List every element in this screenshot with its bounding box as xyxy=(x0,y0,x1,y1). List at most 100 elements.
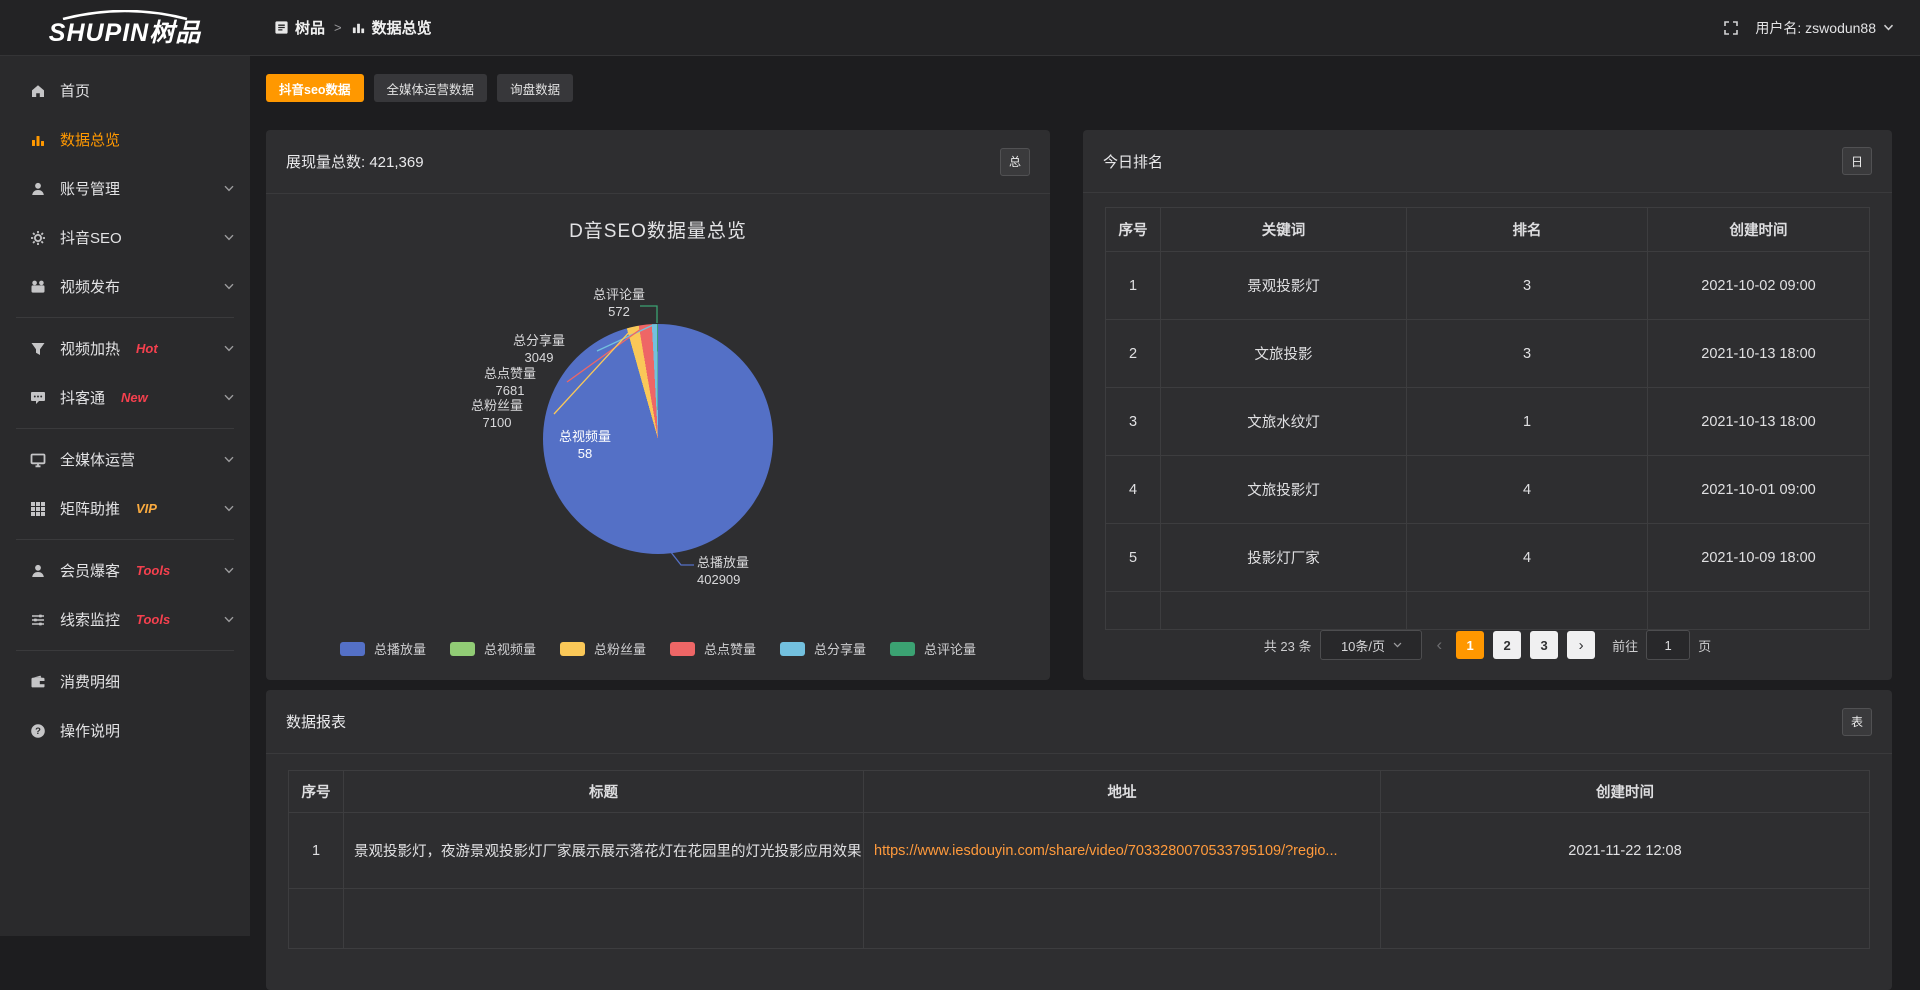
sidebar-item-member-burst[interactable]: 会员爆客 Tools xyxy=(0,546,250,595)
sidebar-item-matrix-boost[interactable]: 矩阵助推 VIP xyxy=(0,484,250,533)
sidebar-item-label: 消费明细 xyxy=(60,671,120,692)
monitor-icon xyxy=(30,452,46,468)
col-index: 序号 xyxy=(289,771,344,813)
sidebar-item-label: 视频发布 xyxy=(60,276,120,297)
col-index: 序号 xyxy=(1106,208,1161,252)
today-ranking-header: 今日排名 日 xyxy=(1083,130,1892,193)
home-icon xyxy=(30,83,46,99)
hot-badge: Hot xyxy=(136,341,158,356)
tab-omni-media-data[interactable]: 全媒体运营数据 xyxy=(374,74,488,102)
gear-icon xyxy=(30,230,46,246)
breadcrumb-label: 树品 xyxy=(295,17,325,38)
data-report-header: 数据报表 表 xyxy=(266,690,1892,754)
sidebar-item-data-overview[interactable]: 数据总览 xyxy=(0,115,250,164)
breadcrumb-separator: > xyxy=(334,20,342,35)
col-url: 地址 xyxy=(864,771,1381,813)
page-button-3[interactable]: 3 xyxy=(1530,631,1558,659)
svg-text:?: ? xyxy=(35,726,41,737)
tab-douyin-seo-data[interactable]: 抖音seo数据 xyxy=(266,74,364,102)
user-icon xyxy=(30,181,46,197)
pagination: 共 23 条 10条/页 ‹ 1 2 3 › 前往 页 xyxy=(1083,630,1892,660)
col-keyword: 关键词 xyxy=(1161,208,1407,252)
col-title: 标题 xyxy=(344,771,864,813)
logo: SHUPIN树品 xyxy=(0,10,250,46)
chart-title: D音SEO数据量总览 xyxy=(266,216,1050,243)
breadcrumb-item-home[interactable]: 树品 xyxy=(274,17,325,38)
sidebar-item-lead-monitor[interactable]: 线索监控 Tools xyxy=(0,595,250,644)
page-button-1[interactable]: 1 xyxy=(1456,631,1484,659)
day-mode-button[interactable]: 日 xyxy=(1842,147,1872,175)
legend-item-likes[interactable]: 总点赞量 xyxy=(670,639,756,658)
sidebar-item-video-heat[interactable]: 视频加热 Hot xyxy=(0,324,250,373)
legend-item-shares[interactable]: 总分享量 xyxy=(780,639,866,658)
video-camera-icon xyxy=(30,279,46,295)
top-panels-row: 展现量总数: 421,369 总 D音SEO数据量总览 xyxy=(266,130,1892,680)
chart-bars-icon xyxy=(30,132,46,148)
legend-item-plays[interactable]: 总播放量 xyxy=(340,639,426,658)
data-report-panel: 数据报表 表 序号 标题 地址 创建时间 xyxy=(266,690,1892,990)
wallet-icon xyxy=(30,674,46,690)
pie-chart-area: D音SEO数据量总览 总评论量572 xyxy=(266,194,1050,609)
sidebar-item-doukeTong[interactable]: 抖客通 New xyxy=(0,373,250,422)
sidebar: 首页 数据总览 账号管理 抖音SEO 视频发布 xyxy=(0,56,250,936)
grid-icon xyxy=(30,501,46,517)
legend-label: 总点赞量 xyxy=(704,639,756,658)
legend-swatch xyxy=(890,642,915,656)
page-size-select[interactable]: 10条/页 xyxy=(1320,630,1422,660)
logo-text: SHUPIN树品 xyxy=(49,21,201,46)
sidebar-item-douyin-seo[interactable]: 抖音SEO xyxy=(0,213,250,262)
sidebar-item-label: 抖音SEO xyxy=(60,227,122,248)
bar-chart-icon xyxy=(351,20,366,35)
prev-page-button[interactable]: ‹ xyxy=(1431,635,1447,655)
panel-title: 数据报表 xyxy=(286,711,346,732)
goto-label: 前往 xyxy=(1612,636,1638,655)
total-mode-button[interactable]: 总 xyxy=(1000,148,1030,176)
user-menu[interactable]: 用户名: zswodun88 xyxy=(1755,18,1894,38)
sidebar-item-help[interactable]: ? 操作说明 xyxy=(0,706,250,755)
table-mode-button[interactable]: 表 xyxy=(1842,708,1872,736)
legend-item-videos[interactable]: 总视频量 xyxy=(450,639,536,658)
video-link[interactable]: https://www.iesdouyin.com/share/video/70… xyxy=(874,843,1338,859)
chevron-down-icon xyxy=(224,567,234,574)
next-page-button[interactable]: › xyxy=(1567,631,1595,659)
data-source-tabs: 抖音seo数据 全媒体运营数据 询盘数据 xyxy=(266,74,1892,102)
sidebar-item-video-publish[interactable]: 视频发布 xyxy=(0,262,250,311)
table-row: 2文旅投影32021-10-13 18:00 xyxy=(1106,320,1870,388)
chevron-down-icon xyxy=(1883,24,1894,31)
table-header-row: 序号 标题 地址 创建时间 xyxy=(289,771,1870,813)
sidebar-item-label: 视频加热 xyxy=(60,338,120,359)
fullscreen-icon[interactable] xyxy=(1723,20,1739,36)
table-row-partial xyxy=(289,889,1870,949)
sidebar-item-omni-media[interactable]: 全媒体运营 xyxy=(0,435,250,484)
legend-swatch xyxy=(670,642,695,656)
sidebar-item-account[interactable]: 账号管理 xyxy=(0,164,250,213)
today-ranking-panel: 今日排名 日 序号 关键词 排名 创建时间 xyxy=(1083,130,1892,680)
video-url-cell: https://www.iesdouyin.com/share/video/70… xyxy=(864,813,1381,889)
page-size-value: 10条/页 xyxy=(1341,636,1385,655)
legend-item-comments[interactable]: 总评论量 xyxy=(890,639,976,658)
sidebar-item-consumption[interactable]: 消费明细 xyxy=(0,657,250,706)
pie-label-fans: 总粉丝量7100 xyxy=(432,397,562,431)
pie-label-shares: 总分享量3049 xyxy=(474,332,604,366)
tools-badge: Tools xyxy=(136,612,170,627)
legend-item-fans[interactable]: 总粉丝量 xyxy=(560,639,646,658)
goto-page-input[interactable] xyxy=(1646,630,1690,660)
page-button-2[interactable]: 2 xyxy=(1493,631,1521,659)
sidebar-divider xyxy=(16,539,234,540)
sidebar-item-home[interactable]: 首页 xyxy=(0,66,250,115)
breadcrumb-item-overview[interactable]: 数据总览 xyxy=(351,17,432,38)
sidebar-item-label: 抖客通 xyxy=(60,387,105,408)
vip-badge: VIP xyxy=(136,501,157,516)
chevron-down-icon xyxy=(224,234,234,241)
tab-inquiry-data[interactable]: 询盘数据 xyxy=(497,74,573,102)
sidebar-item-label: 首页 xyxy=(60,80,90,101)
legend-label: 总视频量 xyxy=(484,639,536,658)
breadcrumb: 树品 > 数据总览 xyxy=(274,17,432,38)
table-row: 5投影灯厂家42021-10-09 18:00 xyxy=(1106,524,1870,592)
legend-label: 总评论量 xyxy=(924,639,976,658)
user-icon xyxy=(30,563,46,579)
sidebar-item-label: 矩阵助推 xyxy=(60,498,120,519)
col-created: 创建时间 xyxy=(1648,208,1870,252)
sidebar-item-label: 线索监控 xyxy=(60,609,120,630)
chevron-down-icon xyxy=(224,616,234,623)
